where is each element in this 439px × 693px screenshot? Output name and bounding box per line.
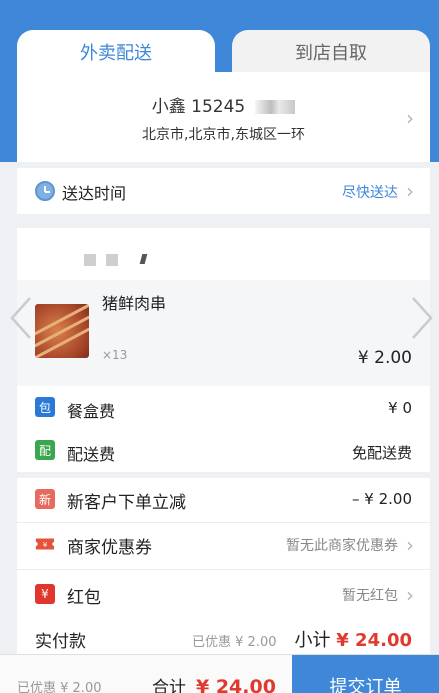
- shop-coupon-row[interactable]: ¥ 商家优惠券 暂无此商家优惠券 ›: [17, 523, 430, 567]
- total: 合计 ¥ 24.00: [152, 673, 276, 693]
- packing-fee-value: ¥ 0: [388, 399, 412, 417]
- total-label: 合计: [152, 678, 186, 693]
- chevron-right-icon: ›: [406, 179, 414, 203]
- subtotal-label: 小计: [294, 630, 331, 651]
- total-value: ¥ 24.00: [196, 676, 276, 693]
- clock-icon: [35, 181, 55, 201]
- shop-name-redacted: [84, 252, 164, 268]
- contact-name-phone: 小鑫 15245: [151, 97, 246, 117]
- phone-redaction: [255, 100, 296, 114]
- tab-pickup[interactable]: 到店自取: [232, 30, 430, 74]
- tab-delivery[interactable]: 外卖配送: [17, 30, 215, 74]
- delivery-fee-icon: 配: [35, 440, 55, 460]
- order-item[interactable]: 猪鲜肉串 ×13 ¥ 2.00: [17, 280, 430, 386]
- red-packet-icon: ¥: [35, 584, 55, 604]
- divider: [17, 569, 430, 570]
- new-customer-discount-row: 新 新客户下单立减 – ¥ 2.00: [17, 478, 430, 522]
- subtotal: 小计 ¥ 24.00: [295, 626, 412, 652]
- delivery-time-label: 送达时间: [62, 184, 127, 203]
- ticket-icon: ¥: [35, 534, 55, 554]
- checkout-bar: 已优惠 ¥ 2.00 合计 ¥ 24.00 提交订单: [0, 654, 439, 693]
- item-price: ¥ 2.00: [357, 348, 412, 368]
- red-packet-label: 红包: [67, 588, 101, 608]
- red-packet-row[interactable]: ¥ 红包 暂无红包 ›: [17, 573, 430, 617]
- chevron-right-icon: ›: [406, 583, 414, 607]
- packing-fee-label: 餐盒费: [67, 402, 116, 421]
- subtotal-value: ¥ 24.00: [336, 630, 412, 651]
- red-packet-value: 暂无红包: [342, 588, 398, 604]
- box-fee-icon: 包: [35, 397, 55, 417]
- prev-arrow-icon[interactable]: [8, 296, 34, 340]
- delivery-fee-label: 配送费: [67, 445, 116, 464]
- chevron-right-icon: ›: [406, 533, 414, 557]
- shop-coupon-value: 暂无此商家优惠券: [286, 538, 398, 554]
- new-customer-icon: 新: [35, 489, 55, 509]
- packing-fee-row: 包 餐盒费 ¥ 0: [17, 386, 430, 429]
- delivery-time-row[interactable]: 送达时间 尽快送达 ›: [17, 168, 430, 214]
- item-quantity: ×13: [102, 348, 128, 362]
- order-items-card: 猪鲜肉串 ×13 ¥ 2.00: [17, 228, 430, 386]
- delivery-time-value: 尽快送达: [342, 185, 398, 201]
- shop-coupon-label: 商家优惠券: [67, 538, 152, 558]
- new-customer-value: – ¥ 2.00: [352, 490, 412, 508]
- submit-order-button[interactable]: 提交订单: [292, 655, 439, 693]
- bottom-saved: 已优惠 ¥ 2.00: [17, 681, 102, 693]
- pay-label: 实付款: [35, 632, 86, 652]
- delivery-fee-value: 免配送费: [351, 444, 412, 462]
- address-card[interactable]: 小鑫 15245 北京市,北京市,东城区一环 ›: [17, 72, 430, 162]
- pay-saved: 已优惠 ¥ 2.00: [192, 635, 277, 650]
- new-customer-label: 新客户下单立减: [67, 493, 186, 513]
- svg-text:¥: ¥: [43, 540, 48, 549]
- delivery-fee-row: 配 配送费 免配送费: [17, 429, 430, 472]
- payment-summary: 实付款 已优惠 ¥ 2.00 小计 ¥ 24.00: [17, 620, 430, 654]
- chevron-right-icon: ›: [406, 106, 414, 130]
- item-name: 猪鲜肉串: [102, 294, 167, 313]
- next-arrow-icon[interactable]: [409, 296, 435, 340]
- contact-line: 小鑫 15245: [17, 92, 430, 117]
- fees-card: 包 餐盒费 ¥ 0 配 配送费 免配送费: [17, 386, 430, 472]
- food-thumbnail: [35, 304, 89, 358]
- address-text: 北京市,北京市,东城区一环: [142, 127, 305, 143]
